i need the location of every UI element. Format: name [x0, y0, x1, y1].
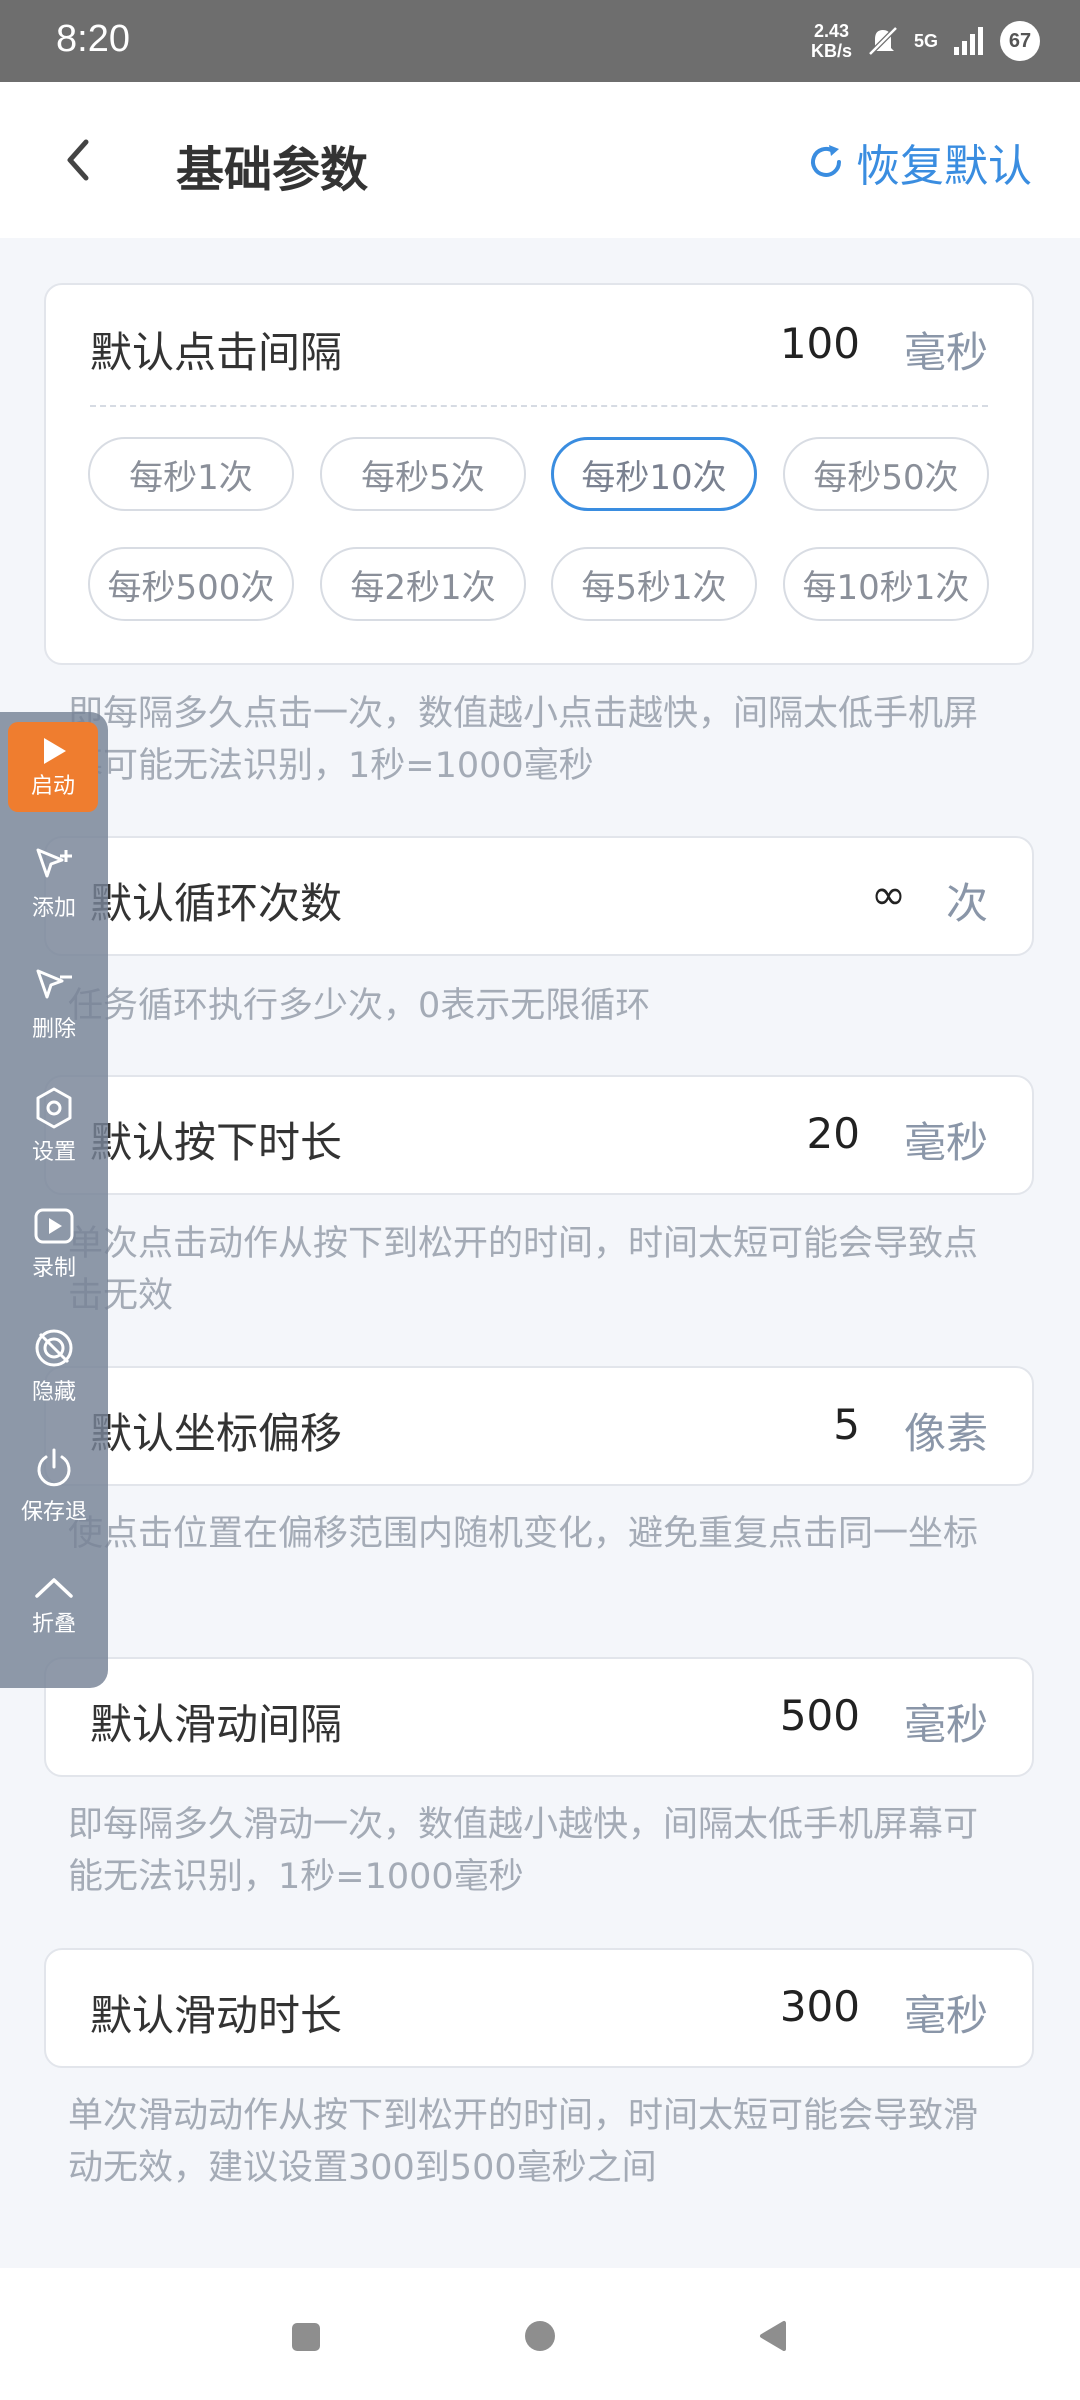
- home-button[interactable]: [525, 2321, 555, 2351]
- press-duration-unit: 毫秒: [903, 1118, 988, 1167]
- swipe-interval-unit: 毫秒: [903, 1700, 988, 1749]
- preset-chip[interactable]: 每10秒1次: [783, 547, 989, 621]
- delete-button[interactable]: 删除: [0, 967, 108, 1043]
- settings-button[interactable]: 设置: [0, 1086, 108, 1166]
- press-duration-description: 单次点击动作从按下到松开的时间，时间太短可能会导致点击无效: [68, 1224, 979, 1316]
- back-icon[interactable]: [52, 130, 112, 190]
- hide-icon: [35, 1329, 73, 1367]
- coordinate-offset-value[interactable]: 5: [833, 1400, 860, 1449]
- coordinate-offset-unit: 像素: [903, 1409, 988, 1458]
- coordinate-offset-description: 使点击位置在偏移范围内随机变化，避免重复点击同一坐标: [68, 1514, 979, 1554]
- collapse-button[interactable]: 折叠: [0, 1574, 108, 1638]
- coordinate-offset-label: 默认坐标偏移: [90, 1409, 343, 1458]
- swipe-duration-label: 默认滑动时长: [90, 1991, 343, 2040]
- click-interval-label: 默认点击间隔: [90, 328, 343, 377]
- restore-defaults-label: 恢复默认: [856, 141, 1032, 192]
- press-duration-label: 默认按下时长: [90, 1118, 343, 1167]
- divider: [90, 405, 988, 407]
- network-speed-value: 2.43: [813, 21, 849, 41]
- preset-chip-selected[interactable]: 每秒10次: [551, 437, 757, 511]
- preset-chip[interactable]: 每2秒1次: [320, 547, 526, 621]
- click-interval-card: 默认点击间隔 100 毫秒 每秒1次 每秒5次 每秒10次 每秒50次 每秒50…: [44, 283, 1034, 665]
- start-label: 启动: [30, 774, 75, 799]
- loop-count-card: 默认循环次数 ∞ 次: [44, 836, 1034, 956]
- click-interval-description: 即每隔多久点击一次，数值越小点击越快，间隔太低手机屏幕可能无法识别，1秒=100…: [68, 694, 979, 786]
- mute-icon: [868, 26, 898, 56]
- add-cursor-icon: [36, 848, 72, 878]
- hide-label: 隐藏: [31, 1380, 76, 1405]
- hide-button[interactable]: 隐藏: [0, 1326, 108, 1406]
- loop-count-value[interactable]: ∞: [871, 870, 906, 919]
- add-label: 添加: [31, 896, 76, 921]
- swipe-interval-value[interactable]: 500: [780, 1691, 860, 1740]
- preset-chip[interactable]: 每5秒1次: [551, 547, 757, 621]
- refresh-icon: [811, 145, 841, 177]
- preset-chip[interactable]: 每秒50次: [783, 437, 989, 511]
- start-button[interactable]: 启动: [8, 722, 98, 812]
- swipe-interval-label: 默认滑动间隔: [90, 1700, 343, 1749]
- record-label: 录制: [31, 1256, 76, 1281]
- press-duration-card: 默认按下时长 20 毫秒: [44, 1075, 1034, 1195]
- settings-icon: [36, 1087, 72, 1129]
- collapse-label: 折叠: [31, 1612, 76, 1637]
- save-exit-button[interactable]: 保存退: [0, 1446, 108, 1526]
- delete-cursor-icon: [36, 969, 72, 999]
- loop-count-unit: 次: [945, 879, 988, 928]
- preset-chip[interactable]: 每秒500次: [88, 547, 294, 621]
- battery-badge: 67: [1000, 21, 1040, 61]
- network-type: 5G: [913, 30, 938, 51]
- swipe-duration-value[interactable]: 300: [780, 1982, 860, 2031]
- click-interval-unit: 毫秒: [903, 328, 988, 377]
- click-interval-value[interactable]: 100: [780, 319, 860, 368]
- swipe-interval-description: 即每隔多久滑动一次，数值越小越快，间隔太低手机屏幕可能无法识别，1秒=1000毫…: [68, 1805, 979, 1897]
- network-speed-unit: KB/s: [810, 41, 852, 61]
- play-icon: [44, 738, 66, 764]
- status-time: 8:20: [56, 18, 130, 60]
- loop-count-description: 任务循环执行多少次，0表示无限循环: [68, 986, 651, 1026]
- floating-toolbar: 启动 添加 删除 设置 录制 隐藏 保存退 折叠: [0, 712, 108, 1688]
- status-bar: 8:20 2.43 KB/s 5G 67: [0, 0, 1080, 82]
- preset-chip[interactable]: 每秒1次: [88, 437, 294, 511]
- press-duration-value[interactable]: 20: [807, 1109, 860, 1158]
- save-exit-label: 保存退: [20, 1500, 87, 1525]
- signal-icon: [954, 27, 983, 55]
- loop-count-label: 默认循环次数: [90, 879, 343, 928]
- recents-button[interactable]: [292, 2323, 320, 2351]
- restore-defaults-button[interactable]: 恢复默认: [806, 130, 1032, 194]
- back-triangle-icon[interactable]: [758, 2320, 788, 2352]
- settings-label: 设置: [31, 1140, 76, 1165]
- swipe-duration-card: 默认滑动时长 300 毫秒: [44, 1948, 1034, 2068]
- network-speed: 2.43 KB/s: [811, 21, 852, 61]
- system-nav-bar: [0, 2268, 1080, 2400]
- swipe-duration-description: 单次滑动动作从按下到松开的时间，时间太短可能会导致滑动无效，建议设置300到50…: [68, 2096, 979, 2188]
- delete-label: 删除: [31, 1017, 76, 1042]
- record-icon: [34, 1208, 74, 1244]
- header: 基础参数 恢复默认: [0, 82, 1080, 238]
- coordinate-offset-card: 默认坐标偏移 5 像素: [44, 1366, 1034, 1486]
- swipe-interval-card: 默认滑动间隔 500 毫秒: [44, 1657, 1034, 1777]
- add-button[interactable]: 添加: [0, 846, 108, 922]
- record-button[interactable]: 录制: [0, 1206, 108, 1282]
- chevron-up-icon: [35, 1578, 73, 1598]
- status-icons: 2.43 KB/s 5G 67: [811, 14, 1040, 68]
- swipe-duration-unit: 毫秒: [903, 1991, 988, 2040]
- page-title: 基础参数: [176, 142, 369, 198]
- preset-chip[interactable]: 每秒5次: [320, 437, 526, 511]
- power-icon: [37, 1448, 71, 1487]
